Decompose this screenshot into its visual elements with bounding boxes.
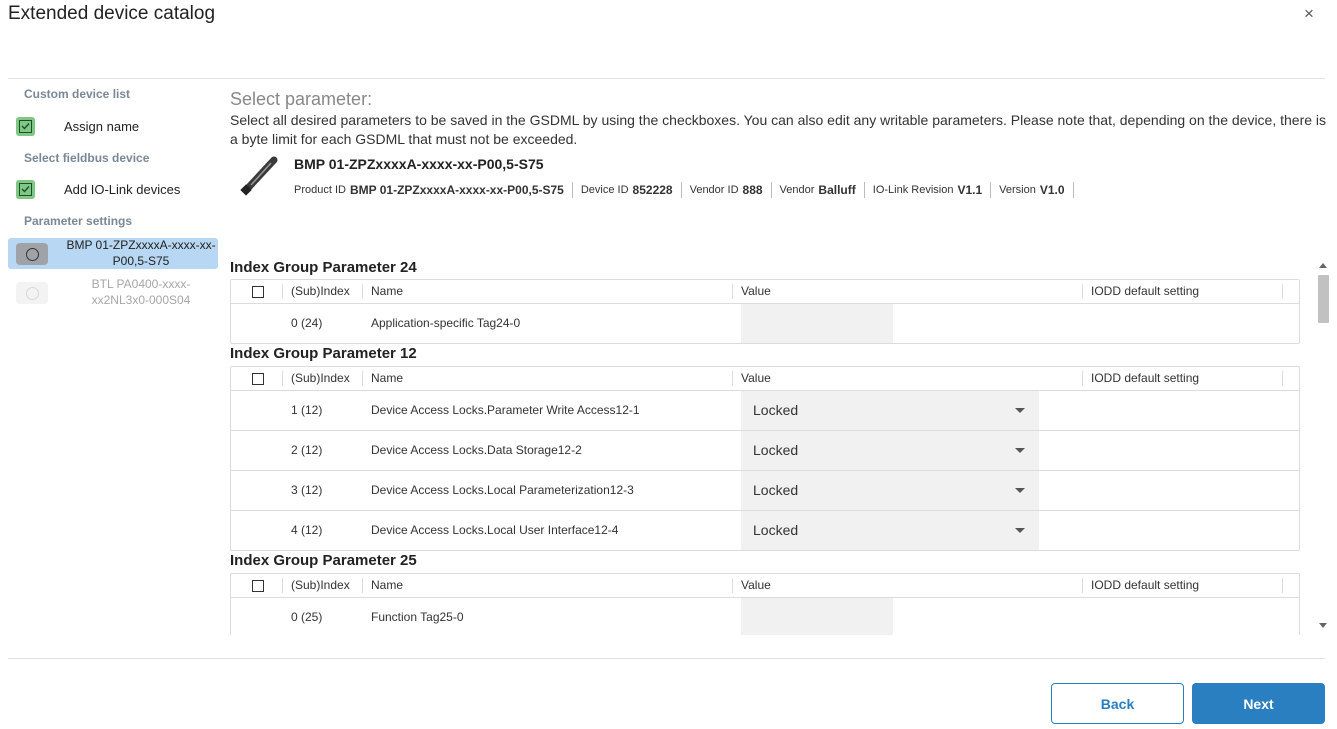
table-row[interactable]: 0 (24) Application-specific Tag24-0 bbox=[231, 304, 1299, 343]
io-link-revision: IO-Link Revision V1.1 bbox=[865, 182, 992, 198]
select-parameter-title: Select parameter: bbox=[230, 89, 373, 109]
device-item-label: BMP 01-ZPZxxxxA-xxxx-xx- P00,5-S75 bbox=[66, 238, 216, 268]
parameter-table: (Sub)Index Name Value IODD default setti… bbox=[230, 279, 1300, 344]
default-header: IODD default setting bbox=[1091, 371, 1200, 385]
scroll-down-icon[interactable] bbox=[1319, 623, 1327, 628]
back-button[interactable]: Back bbox=[1051, 683, 1184, 724]
value-header: Value bbox=[741, 284, 771, 298]
select-all-checkbox[interactable] bbox=[252, 373, 264, 385]
scroll-up-icon[interactable] bbox=[1319, 263, 1327, 268]
device-meta: Product ID BMP 01-ZPZxxxxA-xxxx-xx-P00,5-… bbox=[294, 182, 1074, 198]
scroll-thumb[interactable] bbox=[1318, 275, 1329, 323]
name-header: Name bbox=[371, 578, 404, 592]
subindex-header: (Sub)Index bbox=[291, 284, 350, 298]
device-item-selected[interactable]: BMP 01-ZPZxxxxA-xxxx-xx- P00,5-S75 bbox=[8, 238, 218, 269]
device-item[interactable]: BTL PA0400-xxxx- xx2NL3x0-000S04 bbox=[8, 277, 218, 311]
value-input[interactable] bbox=[741, 598, 893, 635]
next-button[interactable]: Next bbox=[1192, 683, 1325, 724]
header-divider bbox=[8, 78, 1325, 79]
chevron-down-icon bbox=[1015, 528, 1025, 533]
parameter-table: (Sub)Index Name Value IODD default setti… bbox=[230, 366, 1300, 551]
value-input[interactable] bbox=[741, 304, 893, 343]
check-icon bbox=[16, 179, 35, 199]
table-row[interactable]: 0 (25) Function Tag25-0 bbox=[231, 598, 1299, 635]
parameter-settings-heading: Parameter settings bbox=[24, 214, 133, 228]
subindex-cell: 1 (12) bbox=[291, 403, 323, 417]
subindex-header: (Sub)Index bbox=[291, 578, 350, 592]
table-row[interactable]: 4 (12) Device Access Locks.Local User In… bbox=[231, 511, 1299, 550]
subindex-cell: 0 (24) bbox=[291, 316, 323, 330]
select-all-checkbox[interactable] bbox=[252, 286, 264, 298]
table-row[interactable]: 1 (12) Device Access Locks.Parameter Wri… bbox=[231, 391, 1299, 431]
table-header: (Sub)Index Name Value IODD default setti… bbox=[231, 367, 1299, 391]
instructions-text: Select all desired parameters to be save… bbox=[230, 112, 1327, 147]
value-header: Value bbox=[741, 578, 771, 592]
group-title: Index Group Parameter 25 bbox=[230, 552, 417, 569]
value-dropdown[interactable]: Locked bbox=[741, 511, 1039, 550]
value-dropdown[interactable]: Locked bbox=[741, 471, 1039, 510]
value-header: Value bbox=[741, 371, 771, 385]
subindex-cell: 3 (12) bbox=[291, 483, 323, 497]
name-cell: Function Tag25-0 bbox=[371, 610, 464, 624]
footer-divider bbox=[8, 658, 1325, 659]
name-header: Name bbox=[371, 371, 404, 385]
radio-icon bbox=[16, 282, 48, 304]
table-header: (Sub)Index Name Value IODD default setti… bbox=[231, 574, 1299, 598]
add-io-link-devices-label: Add IO-Link devices bbox=[64, 181, 181, 197]
custom-device-list-heading: Custom device list bbox=[24, 87, 131, 101]
table-row[interactable]: 2 (12) Device Access Locks.Data Storage1… bbox=[231, 431, 1299, 471]
default-header: IODD default setting bbox=[1091, 578, 1200, 592]
device-image bbox=[238, 156, 278, 203]
parameter-list[interactable]: Index Group Parameter 24 (Sub)Index Name… bbox=[230, 258, 1300, 635]
device-id: Device ID 852228 bbox=[573, 182, 682, 198]
version: Version V1.0 bbox=[991, 182, 1074, 198]
value-dropdown[interactable]: Locked bbox=[741, 431, 1039, 470]
assign-name-step[interactable]: Assign name bbox=[16, 115, 139, 137]
table-row[interactable]: 3 (12) Device Access Locks.Local Paramet… bbox=[231, 471, 1299, 511]
name-cell: Device Access Locks.Data Storage12-2 bbox=[371, 443, 582, 457]
subindex-cell: 0 (25) bbox=[291, 610, 323, 624]
dialog-title: Extended device catalog bbox=[8, 3, 216, 24]
subindex-header: (Sub)Index bbox=[291, 371, 350, 385]
parameter-table: (Sub)Index Name Value IODD default setti… bbox=[230, 573, 1300, 635]
assign-name-label: Assign name bbox=[64, 118, 140, 134]
radio-icon bbox=[16, 243, 48, 265]
vendor-id: Vendor ID 888 bbox=[682, 182, 772, 198]
default-header: IODD default setting bbox=[1091, 284, 1200, 298]
subindex-cell: 2 (12) bbox=[291, 443, 323, 457]
device-item-label: BTL PA0400-xxxx- xx2NL3x0-000S04 bbox=[91, 277, 191, 307]
subindex-cell: 4 (12) bbox=[291, 523, 323, 537]
name-cell: Application-specific Tag24-0 bbox=[371, 316, 521, 330]
table-header: (Sub)Index Name Value IODD default setti… bbox=[231, 280, 1299, 304]
select-fieldbus-device-heading: Select fieldbus device bbox=[24, 151, 150, 165]
group-title: Index Group Parameter 12 bbox=[230, 345, 417, 362]
close-icon[interactable]: × bbox=[1299, 4, 1319, 24]
name-cell: Device Access Locks.Parameter Write Acce… bbox=[371, 403, 640, 417]
product-id: Product ID BMP 01-ZPZxxxxA-xxxx-xx-P00,5-… bbox=[294, 182, 573, 198]
chevron-down-icon bbox=[1015, 408, 1025, 413]
name-header: Name bbox=[371, 284, 404, 298]
chevron-down-icon bbox=[1015, 448, 1025, 453]
group-title: Index Group Parameter 24 bbox=[230, 259, 417, 276]
vertical-scrollbar[interactable] bbox=[1316, 258, 1331, 635]
device-name: BMP 01-ZPZxxxxA-xxxx-xx-P00,5-S75 bbox=[294, 156, 544, 172]
chevron-down-icon bbox=[1015, 488, 1025, 493]
check-icon bbox=[16, 116, 35, 136]
value-dropdown[interactable]: Locked bbox=[741, 391, 1039, 430]
vendor: Vendor Balluff bbox=[772, 182, 865, 198]
name-cell: Device Access Locks.Local Parameterizati… bbox=[371, 483, 634, 497]
name-cell: Device Access Locks.Local User Interface… bbox=[371, 523, 619, 537]
select-all-checkbox[interactable] bbox=[252, 580, 264, 592]
add-io-link-devices-step[interactable]: Add IO-Link devices bbox=[16, 178, 180, 200]
